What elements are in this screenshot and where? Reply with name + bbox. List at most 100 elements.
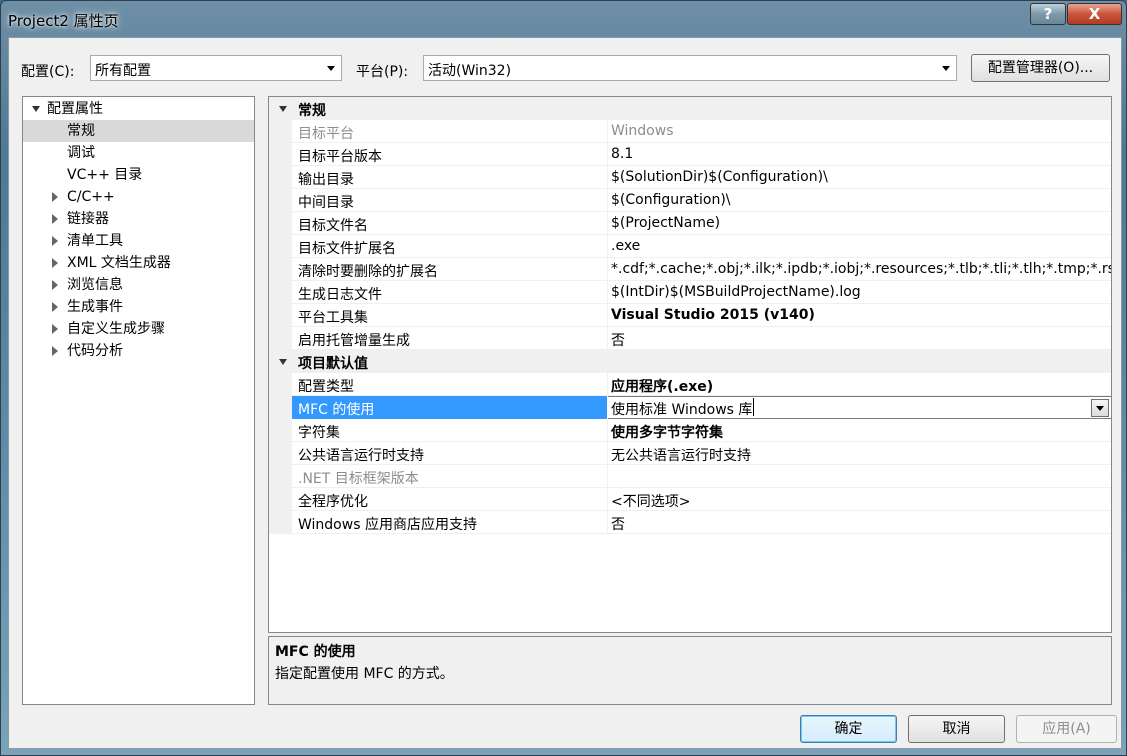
property-row[interactable]: 公共语言运行时支持 无公共语言运行时支持 (269, 442, 1111, 465)
property-value[interactable]: 否 (611, 330, 625, 350)
property-value[interactable]: *.cdf;*.cache;*.obj;*.ilk;*.ipdb;*.iobj;… (611, 261, 1111, 277)
tree-item[interactable]: 生成事件 (23, 296, 254, 318)
dropdown-button[interactable] (1091, 399, 1109, 417)
property-value[interactable]: 应用程序(.exe) (611, 376, 713, 396)
column-divider (607, 281, 608, 304)
tree-root-label: 配置属性 (47, 101, 103, 117)
expand-arrow-icon[interactable] (52, 302, 58, 312)
tree-item-label: 浏览信息 (67, 277, 123, 293)
property-value[interactable]: Visual Studio 2015 (v140) (611, 307, 815, 323)
tree-item[interactable]: 浏览信息 (23, 274, 254, 296)
category-row-defaults[interactable]: 项目默认值 (269, 350, 1111, 373)
property-name: Windows 应用商店应用支持 (298, 517, 477, 533)
expand-arrow-icon[interactable] (52, 324, 58, 334)
chevron-down-icon (942, 66, 950, 71)
property-row[interactable]: .NET 目标框架版本 (269, 465, 1111, 488)
property-name: 全程序优化 (298, 494, 368, 510)
tree-item-label: 常规 (67, 123, 95, 139)
property-name: 清除时要删除的扩展名 (298, 264, 438, 280)
help-button[interactable]: ? (1030, 3, 1066, 25)
tree-item[interactable]: XML 文档生成器 (23, 252, 254, 274)
property-row[interactable]: MFC 的使用 使用标准 Windows 库 (269, 396, 1111, 419)
property-grid[interactable]: 常规 目标平台 Windows 目标平台版本 8.1 输出目录 $(SolutionDir… (268, 96, 1112, 633)
property-value[interactable]: $(Configuration)\ (611, 192, 731, 208)
expand-arrow-icon[interactable] (52, 346, 58, 356)
expanded-icon (279, 106, 287, 112)
property-row[interactable]: 配置类型 应用程序(.exe) (269, 373, 1111, 396)
property-value[interactable]: 8.1 (611, 146, 633, 162)
config-select-value: 所有配置 (95, 63, 151, 79)
property-value[interactable]: 使用多字节字符集 (611, 422, 723, 442)
category-tree[interactable]: 配置属性 常规调试 VC++ 目录 C/C++ 链接器 清单工具 XML 文档生成器浏览信… (22, 96, 255, 705)
expand-arrow-icon[interactable] (52, 192, 58, 202)
tree-item[interactable]: 调试 (23, 142, 254, 164)
title-bar[interactable]: Project2 属性页 ? X (1, 1, 1127, 37)
property-value[interactable]: <不同选项> (611, 491, 690, 511)
column-divider (607, 465, 608, 488)
property-row[interactable]: 字符集 使用多字节字符集 (269, 419, 1111, 442)
property-row[interactable]: 启用托管增量生成 否 (269, 327, 1111, 350)
property-row[interactable]: 平台工具集 Visual Studio 2015 (v140) (269, 304, 1111, 327)
tree-item[interactable]: 常规 (23, 120, 254, 142)
property-name: 平台工具集 (298, 310, 368, 326)
expand-arrow-icon[interactable] (52, 236, 58, 246)
tree-item[interactable]: 链接器 (23, 208, 254, 230)
tree-item-label: C/C++ (67, 189, 115, 205)
expand-arrow-icon[interactable] (52, 280, 58, 290)
property-name: 目标平台 (298, 126, 354, 142)
tree-item[interactable]: 清单工具 (23, 230, 254, 252)
column-divider (607, 189, 608, 212)
property-value[interactable]: $(ProjectName) (611, 215, 720, 231)
property-name: 字符集 (298, 425, 340, 441)
tree-item[interactable]: 代码分析 (23, 340, 254, 362)
row-gutter (269, 281, 292, 304)
property-value[interactable]: 否 (611, 514, 625, 534)
category-row-general[interactable]: 常规 (269, 97, 1111, 120)
description-pane: MFC 的使用 指定配置使用 MFC 的方式。 (268, 636, 1112, 705)
property-row[interactable]: 目标文件扩展名 .exe (269, 235, 1111, 258)
expand-arrow-icon[interactable] (52, 214, 58, 224)
tree-item[interactable]: 自定义生成步骤 (23, 318, 254, 340)
property-row[interactable]: 中间目录 $(Configuration)\ (269, 189, 1111, 212)
config-label: 配置(C): (21, 64, 75, 80)
tree-item[interactable]: C/C++ (23, 186, 254, 208)
description-title: MFC 的使用 (275, 644, 356, 660)
row-gutter (269, 511, 292, 534)
property-row[interactable]: Windows 应用商店应用支持 否 (269, 511, 1111, 534)
config-manager-button[interactable]: 配置管理器(O)... (971, 54, 1110, 82)
property-row[interactable]: 生成日志文件 $(IntDir)$(MSBuildProjectName).log (269, 281, 1111, 304)
description-text: 指定配置使用 MFC 的方式。 (275, 666, 454, 682)
property-row[interactable]: 全程序优化 <不同选项> (269, 488, 1111, 511)
property-value[interactable]: .exe (611, 238, 640, 254)
property-row[interactable]: 目标文件名 $(ProjectName) (269, 212, 1111, 235)
row-gutter (269, 189, 292, 212)
platform-select[interactable]: 活动(Win32) (423, 55, 957, 81)
property-row[interactable]: 输出目录 $(SolutionDir)$(Configuration)\ (269, 166, 1111, 189)
text-caret (753, 398, 754, 416)
chevron-down-icon (1096, 406, 1104, 411)
column-divider (607, 166, 608, 189)
property-name: 目标平台版本 (298, 149, 382, 165)
property-row[interactable]: 清除时要删除的扩展名 *.cdf;*.cache;*.obj;*.ilk;*.ip… (269, 258, 1111, 281)
config-select[interactable]: 所有配置 (90, 55, 342, 81)
property-value[interactable]: 使用标准 Windows 库 (611, 399, 752, 419)
close-button[interactable]: X (1067, 3, 1122, 25)
cancel-button[interactable]: 取消 (908, 715, 1005, 743)
column-divider (607, 419, 608, 442)
tree-item[interactable]: VC++ 目录 (23, 164, 254, 186)
column-divider (607, 511, 608, 534)
property-value[interactable]: $(IntDir)$(MSBuildProjectName).log (611, 284, 861, 300)
tree-root[interactable]: 配置属性 (23, 98, 254, 120)
property-row[interactable]: 目标平台 Windows (269, 120, 1111, 143)
property-name: 输出目录 (298, 172, 354, 188)
apply-button[interactable]: 应用(A) (1016, 715, 1117, 743)
row-gutter (269, 235, 292, 258)
ok-button[interactable]: 确定 (800, 715, 897, 743)
property-value[interactable]: $(SolutionDir)$(Configuration)\ (611, 169, 828, 185)
property-row[interactable]: 目标平台版本 8.1 (269, 143, 1111, 166)
property-name: 公共语言运行时支持 (298, 448, 424, 464)
property-value[interactable]: Windows (611, 123, 674, 139)
column-divider (607, 235, 608, 258)
property-value[interactable]: 无公共语言运行时支持 (611, 445, 751, 465)
expand-arrow-icon[interactable] (52, 258, 58, 268)
